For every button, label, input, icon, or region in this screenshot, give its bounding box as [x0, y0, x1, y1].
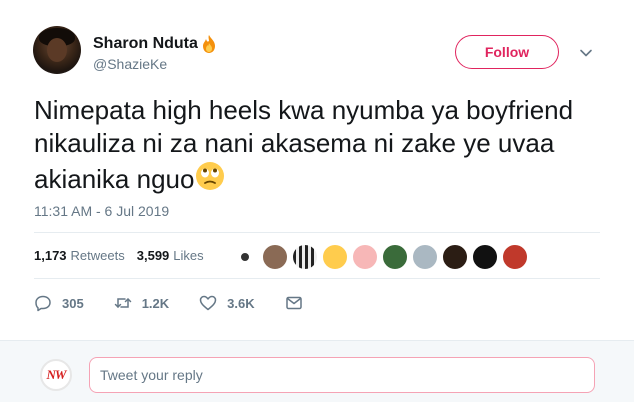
- name-row: Sharon Nduta: [93, 34, 218, 54]
- tweet-text-body: Nimepata high heels kwa nyumba ya boyfri…: [34, 95, 574, 194]
- avatar-face: [47, 38, 67, 62]
- reply-button[interactable]: 305: [34, 294, 84, 312]
- liker-avatar[interactable]: [442, 244, 468, 270]
- divider: [34, 278, 600, 279]
- likes-count[interactable]: 3,599: [137, 248, 170, 263]
- liker-avatar[interactable]: [292, 244, 318, 270]
- heart-icon: [199, 295, 217, 311]
- fire-emoji-icon: [202, 35, 215, 53]
- current-user-avatar[interactable]: NW: [40, 359, 72, 391]
- avatar[interactable]: [33, 26, 81, 74]
- eye-roll-emoji-icon: [196, 162, 225, 190]
- tweet-timestamp[interactable]: 11:31 AM - 6 Jul 2019: [34, 203, 169, 219]
- direct-message-button[interactable]: [285, 294, 313, 312]
- retweets-label[interactable]: Retweets: [71, 248, 125, 263]
- liker-avatars: [240, 244, 532, 270]
- tweet-text: Nimepata high heels kwa nyumba ya boyfri…: [34, 94, 614, 196]
- liker-avatar[interactable]: [502, 244, 528, 270]
- liker-avatar[interactable]: [472, 244, 498, 270]
- liker-avatar[interactable]: [412, 244, 438, 270]
- retweets-count[interactable]: 1,173: [34, 248, 67, 263]
- liker-avatar[interactable]: [382, 244, 408, 270]
- liker-avatar[interactable]: [262, 244, 288, 270]
- reply-icon: [35, 295, 51, 312]
- user-handle[interactable]: @ShazieKe: [93, 56, 167, 72]
- retweet-icon: [114, 298, 131, 308]
- retweet-count: 1.2K: [141, 295, 170, 311]
- tweet-actions: 305 1.2K 3.6K: [34, 294, 343, 312]
- reply-input[interactable]: [89, 357, 595, 393]
- display-name[interactable]: Sharon Nduta: [93, 35, 198, 53]
- chevron-down-icon[interactable]: [578, 45, 594, 61]
- divider: [34, 232, 600, 233]
- follow-button[interactable]: Follow: [455, 35, 559, 69]
- reply-count: 305: [62, 295, 84, 311]
- like-count: 3.6K: [227, 295, 255, 311]
- message-icon: [285, 296, 302, 310]
- liker-avatar[interactable]: [352, 244, 378, 270]
- engagement-stats: 1,173 Retweets 3,599 Likes: [34, 248, 216, 263]
- tweet-card: Sharon Nduta @ShazieKe Follow Nimepata h…: [0, 0, 634, 340]
- like-button[interactable]: 3.6K: [199, 294, 255, 312]
- liker-avatar[interactable]: [240, 252, 250, 262]
- retweet-button[interactable]: 1.2K: [114, 294, 169, 312]
- liker-avatar[interactable]: [322, 244, 348, 270]
- likes-label[interactable]: Likes: [173, 248, 203, 263]
- nw-logo-text: NW: [46, 367, 67, 382]
